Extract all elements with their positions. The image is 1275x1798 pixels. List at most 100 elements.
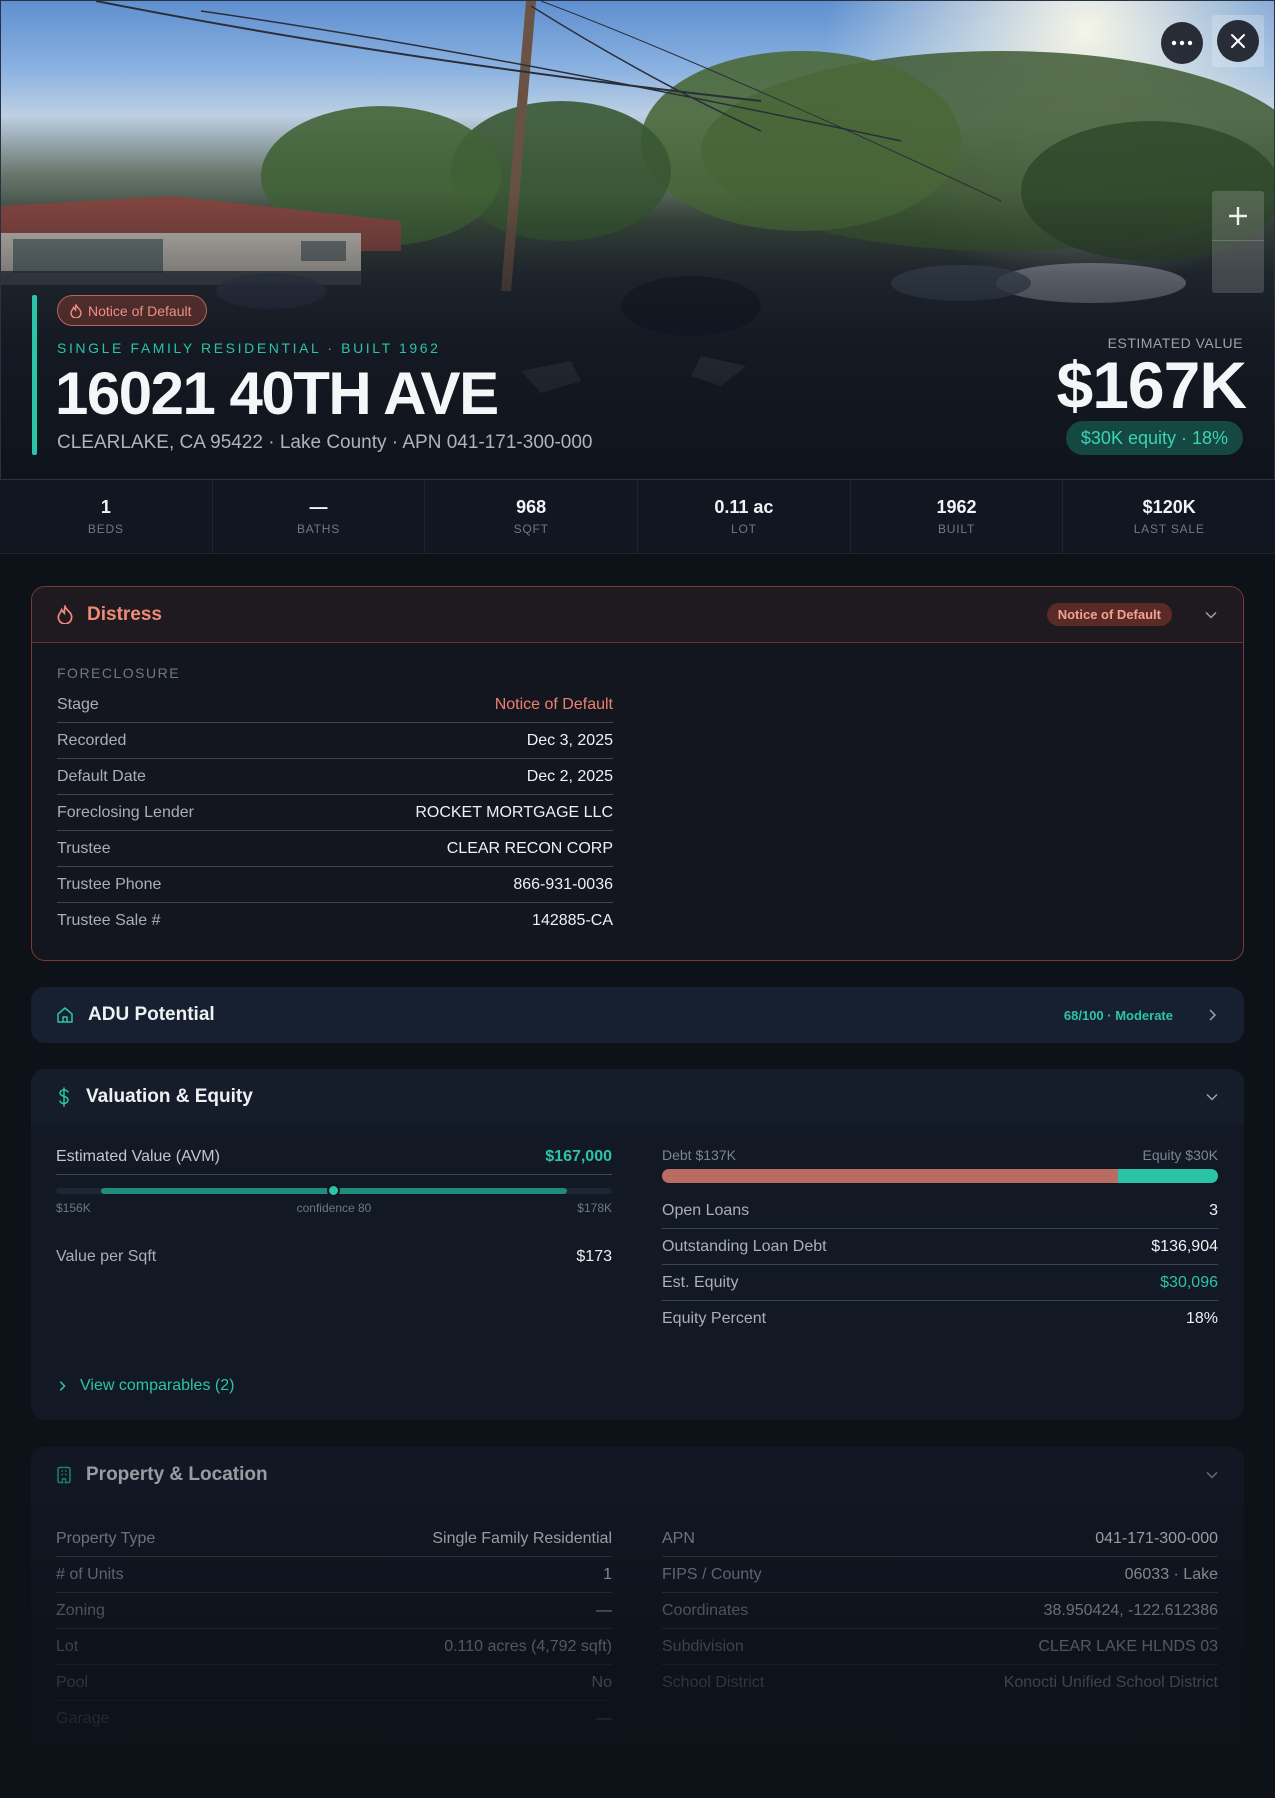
equity-row-equity-percent: Equity Percent 18% xyxy=(662,1301,1218,1337)
property-row-subdivision: Subdivision CLEAR LAKE HLNDS 03 xyxy=(662,1629,1218,1665)
chevron-down-icon[interactable] xyxy=(1205,1090,1219,1104)
estimated-value: $167K xyxy=(1056,348,1247,422)
stat-label: LOT xyxy=(730,522,757,536)
property-location-line: CLEARLAKE, CA 95422 · Lake County · APN … xyxy=(57,432,593,453)
chevron-down-icon[interactable] xyxy=(1204,608,1218,622)
foreclosure-row-lender: Foreclosing Lender ROCKET MORTGAGE LLC xyxy=(57,795,613,831)
row-label: Garage xyxy=(56,1710,110,1727)
row-value: 3 xyxy=(1209,1201,1218,1219)
chevron-down-icon[interactable] xyxy=(1205,1468,1219,1482)
more-options-button[interactable] xyxy=(1161,22,1203,64)
row-value: 18% xyxy=(1185,1310,1218,1327)
close-button-frame xyxy=(1212,15,1264,67)
equity-segment xyxy=(1117,1169,1218,1183)
row-value: Dec 2, 2025 xyxy=(526,767,613,785)
row-value: 866-931-0036 xyxy=(513,875,613,893)
equity-row-open-loans: Open Loans 3 xyxy=(662,1193,1218,1229)
foreclosure-row-stage: Stage Notice of Default xyxy=(57,687,613,723)
equity-pill: $30K equity · 18% xyxy=(1065,421,1243,455)
property-detail-page: Notice of Default SINGLE FAMILY RESIDENT… xyxy=(0,0,1275,1798)
row-value: Notice of Default xyxy=(494,695,613,713)
confidence-label: confidence 80 xyxy=(296,1201,372,1215)
valuation-card-header[interactable]: Valuation & Equity xyxy=(31,1069,1244,1125)
stat-baths: — BATHS xyxy=(213,480,426,553)
stat-value: 1962 xyxy=(936,497,977,517)
property-row-school-district: School District Konocti Unified School Di… xyxy=(662,1665,1218,1701)
adu-score: 68/100 · Moderate xyxy=(1063,1007,1173,1023)
property-card-header[interactable]: Property & Location xyxy=(31,1447,1244,1503)
property-row-type: Property Type Single Family Residential xyxy=(56,1521,612,1557)
row-value: $173 xyxy=(576,1248,612,1265)
row-value: CLEAR LAKE HLNDS 03 xyxy=(1038,1637,1218,1655)
property-address: 16021 40TH AVE xyxy=(55,360,499,427)
equity-column: Debt $137K Equity $30K Open Loans 3 Outst… xyxy=(662,1125,1218,1337)
row-value: 06033 · Lake xyxy=(1124,1565,1218,1583)
more-icon xyxy=(1171,40,1193,46)
stat-value: 1 xyxy=(100,497,111,517)
row-value: 142885-CA xyxy=(532,912,613,929)
home-icon xyxy=(57,1007,73,1023)
row-value: 041-171-300-000 xyxy=(1095,1529,1218,1547)
distress-title: Distress xyxy=(87,603,162,625)
row-label: APN xyxy=(662,1529,695,1547)
close-button[interactable] xyxy=(1217,20,1259,62)
adu-card-header[interactable]: ADU Potential 68/100 · Moderate xyxy=(31,987,1244,1043)
stat-label: BUILT xyxy=(937,522,976,536)
debt-equity-legend: Debt $137K Equity $30K xyxy=(662,1147,1218,1163)
property-right-column: APN 041-171-300-000 FIPS / County 06033 · … xyxy=(662,1521,1218,1737)
foreclosure-section-label: FORECLOSURE xyxy=(57,665,181,681)
distress-card-header[interactable]: Distress Notice of Default xyxy=(32,587,1243,643)
zoom-in-button[interactable] xyxy=(1212,191,1264,241)
close-icon xyxy=(1231,34,1245,48)
row-value: No xyxy=(591,1673,612,1691)
avm-label: Estimated Value (AVM) xyxy=(56,1147,220,1165)
row-label: Est. Equity xyxy=(662,1273,739,1291)
flame-icon xyxy=(57,605,73,624)
property-left-column: Property Type Single Family Residential #… xyxy=(56,1521,612,1737)
distress-status-badge: Notice of Default xyxy=(1046,603,1172,626)
hero-accent-bar xyxy=(32,295,37,455)
view-comparables-link[interactable]: View comparables (2) xyxy=(56,1377,234,1395)
property-row-fips: FIPS / County 06033 · Lake xyxy=(662,1557,1218,1593)
row-label: Recorded xyxy=(57,731,127,749)
chevron-right-icon[interactable] xyxy=(1205,1008,1219,1022)
row-value: $136,904 xyxy=(1151,1237,1218,1255)
row-value: Konocti Unified School District xyxy=(1003,1674,1218,1691)
street-view-hero[interactable]: Notice of Default SINGLE FAMILY RESIDENT… xyxy=(0,0,1275,480)
foreclosure-row-trustee: Trustee CLEAR RECON CORP xyxy=(57,831,613,867)
property-row-apn: APN 041-171-300-000 xyxy=(662,1521,1218,1557)
plus-icon xyxy=(1229,206,1247,225)
map-zoom-controls xyxy=(1212,191,1264,293)
debt-label: Debt $137K xyxy=(662,1147,736,1163)
row-label: FIPS / County xyxy=(662,1565,762,1583)
adu-title: ADU Potential xyxy=(88,1004,215,1025)
adu-potential-card[interactable]: ADU Potential 68/100 · Moderate xyxy=(31,987,1244,1043)
row-label: Value per Sqft xyxy=(56,1248,157,1265)
property-location-card: Property & Location Property Type Single … xyxy=(31,1447,1244,1787)
row-label: School District xyxy=(662,1674,765,1691)
foreclosure-rows: Stage Notice of Default Recorded Dec 3, 20… xyxy=(57,687,1218,939)
chevron-right-icon xyxy=(59,1381,66,1391)
avm-value: $167,000 xyxy=(545,1147,612,1165)
row-label: Open Loans xyxy=(662,1201,750,1219)
stat-value: $120K xyxy=(1142,497,1196,517)
stat-built: 1962 BUILT xyxy=(851,480,1064,553)
view-comparables-label: View comparables (2) xyxy=(80,1377,235,1394)
stat-value: 968 xyxy=(516,497,547,517)
avm-column: Estimated Value (AVM) $167,000 $156K con… xyxy=(56,1125,612,1337)
stat-label: BEDS xyxy=(87,522,124,536)
foreclosure-row-default-date: Default Date Dec 2, 2025 xyxy=(57,759,613,795)
range-marker xyxy=(327,1184,340,1197)
stat-label: SQFT xyxy=(513,522,549,536)
stat-label: LAST SALE xyxy=(1133,522,1205,536)
property-row-pool: Pool No xyxy=(56,1665,612,1701)
property-row-zoning: Zoning — xyxy=(56,1593,612,1629)
zoom-out-button[interactable] xyxy=(1212,241,1264,292)
dollar-icon xyxy=(59,1087,69,1107)
row-label: Trustee xyxy=(57,839,111,857)
row-label: # of Units xyxy=(56,1565,124,1583)
distress-status-label: Notice of Default xyxy=(88,302,192,319)
row-label: Lot xyxy=(56,1637,79,1655)
row-label: Pool xyxy=(56,1673,89,1691)
row-value: 1 xyxy=(603,1565,612,1583)
